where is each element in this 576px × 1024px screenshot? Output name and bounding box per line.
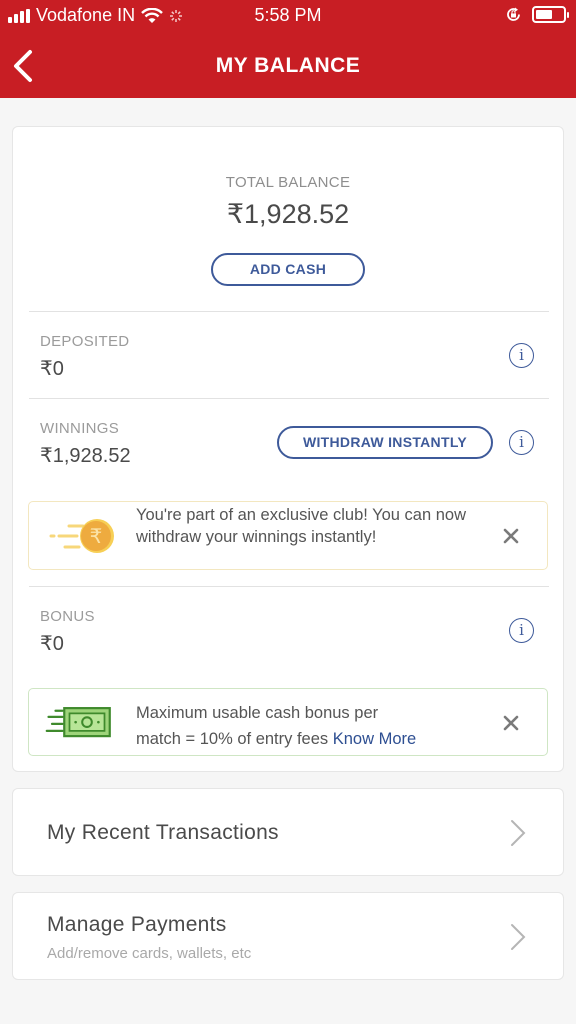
bonus-info-line1: Maximum usable cash bonus per	[136, 704, 379, 722]
bonus-info-line2: match = 10% of entry fees	[136, 730, 329, 748]
divider	[29, 311, 549, 312]
exclusive-club-line1: You're part of an exclusive club! You ca…	[136, 506, 467, 524]
status-time: 5:58 PM	[254, 5, 322, 25]
manage-payments-item[interactable]: Manage Payments Add/remove cards, wallet…	[12, 892, 564, 980]
total-balance-label: TOTAL BALANCE	[225, 174, 351, 191]
rupee-coin-icon: ₹	[49, 519, 114, 553]
exclusive-club-line2: withdraw your winnings instantly!	[136, 528, 377, 546]
withdraw-instantly-button[interactable]: WITHDRAW INSTANTLY	[277, 426, 493, 459]
chevron-right-icon	[511, 924, 526, 950]
bonus-value: ₹0	[40, 633, 64, 655]
bonus-info-icon[interactable]: i	[509, 618, 534, 643]
battery-icon	[532, 6, 569, 23]
add-cash-button[interactable]: ADD CASH	[211, 253, 365, 286]
deposited-value: ₹0	[40, 358, 64, 380]
close-icon[interactable]	[499, 711, 523, 735]
know-more-link[interactable]: Know More	[333, 730, 416, 748]
balance-card: TOTAL BALANCE ₹1,928.52 ADD CASH DEPOSIT…	[12, 126, 564, 772]
winnings-info-icon[interactable]: i	[509, 430, 534, 455]
total-balance-value: ₹1,928.52	[226, 199, 350, 229]
manage-payments-title: Manage Payments	[47, 913, 227, 936]
svg-text:₹: ₹	[90, 524, 103, 548]
divider	[29, 398, 549, 399]
recent-transactions-item[interactable]: My Recent Transactions	[12, 788, 564, 876]
rotation-lock-icon	[507, 7, 520, 21]
winnings-value: ₹1,928.52	[40, 445, 131, 467]
exclusive-club-banner: ₹ You're part of an exclusive club! You …	[28, 501, 548, 570]
close-icon[interactable]	[499, 524, 523, 548]
divider	[29, 586, 549, 587]
chevron-right-icon	[511, 820, 526, 846]
app-header: Vodafone IN 5:58 PM MY BALANCE	[0, 0, 576, 98]
deposited-info-icon[interactable]: i	[509, 343, 534, 368]
page-title: MY BALANCE	[215, 54, 361, 77]
status-bar: Vodafone IN 5:58 PM	[0, 0, 576, 32]
manage-payments-subtitle: Add/remove cards, wallets, etc	[47, 945, 252, 962]
recent-transactions-title: My Recent Transactions	[47, 821, 279, 844]
bonus-info-text: Maximum usable cash bonus per match = 10…	[136, 700, 496, 752]
bonus-label: BONUS	[40, 608, 95, 625]
bonus-info-banner: Maximum usable cash bonus per match = 10…	[28, 688, 548, 756]
deposited-label: DEPOSITED	[40, 333, 130, 350]
exclusive-club-text: You're part of an exclusive club! You ca…	[136, 504, 476, 548]
winnings-label: WINNINGS	[40, 420, 120, 437]
cash-note-icon	[45, 707, 111, 738]
